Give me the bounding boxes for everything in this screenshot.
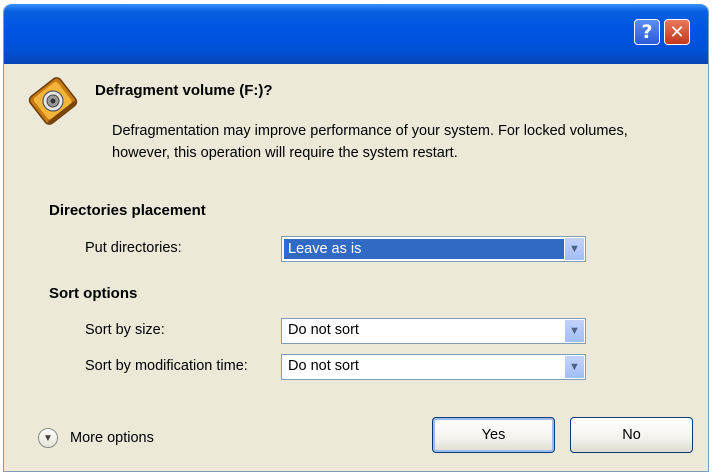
double-chevron-down-icon[interactable]: ▼ (38, 428, 58, 448)
defragment-dialog: ? ✕ Defragment volume (F:)? Defragmentat… (3, 4, 709, 472)
yes-button[interactable]: Yes (432, 417, 555, 453)
dialog-description: Defragmentation may improve performance … (112, 123, 628, 161)
dialog-title: Defragment volume (F:)? (95, 82, 273, 99)
more-options-label: More options (70, 430, 154, 446)
sort-by-size-select[interactable]: Do not sort ▼ (281, 318, 586, 344)
yes-button-label: Yes (481, 427, 506, 443)
sort-by-size-label: Sort by size: (85, 322, 165, 338)
more-options-toggle[interactable]: ▼ More options (38, 428, 154, 448)
defragment-drive-icon (28, 77, 78, 125)
chevron-down-icon[interactable]: ▼ (564, 356, 584, 378)
no-button-label: No (622, 427, 641, 443)
put-directories-label: Put directories: (85, 240, 182, 256)
chevron-down-icon[interactable]: ▼ (564, 238, 584, 260)
close-icon: ✕ (669, 21, 685, 43)
help-icon: ? (641, 21, 653, 43)
sort-by-mtime-value: Do not sort (288, 358, 359, 374)
help-button[interactable]: ? (634, 19, 660, 45)
directories-heading: Directories placement (49, 202, 206, 219)
sort-by-mtime-select[interactable]: Do not sort ▼ (281, 354, 586, 380)
chevron-down-icon[interactable]: ▼ (564, 320, 584, 342)
put-directories-value: Leave as is (284, 239, 568, 259)
sort-by-size-value: Do not sort (288, 322, 359, 338)
sort-by-mtime-label: Sort by modification time: (85, 358, 248, 374)
close-button[interactable]: ✕ (664, 19, 690, 45)
no-button[interactable]: No (570, 417, 693, 453)
put-directories-select[interactable]: Leave as is ▼ (281, 236, 586, 262)
sort-options-heading: Sort options (49, 285, 138, 302)
title-bar[interactable]: ? ✕ (4, 4, 708, 64)
